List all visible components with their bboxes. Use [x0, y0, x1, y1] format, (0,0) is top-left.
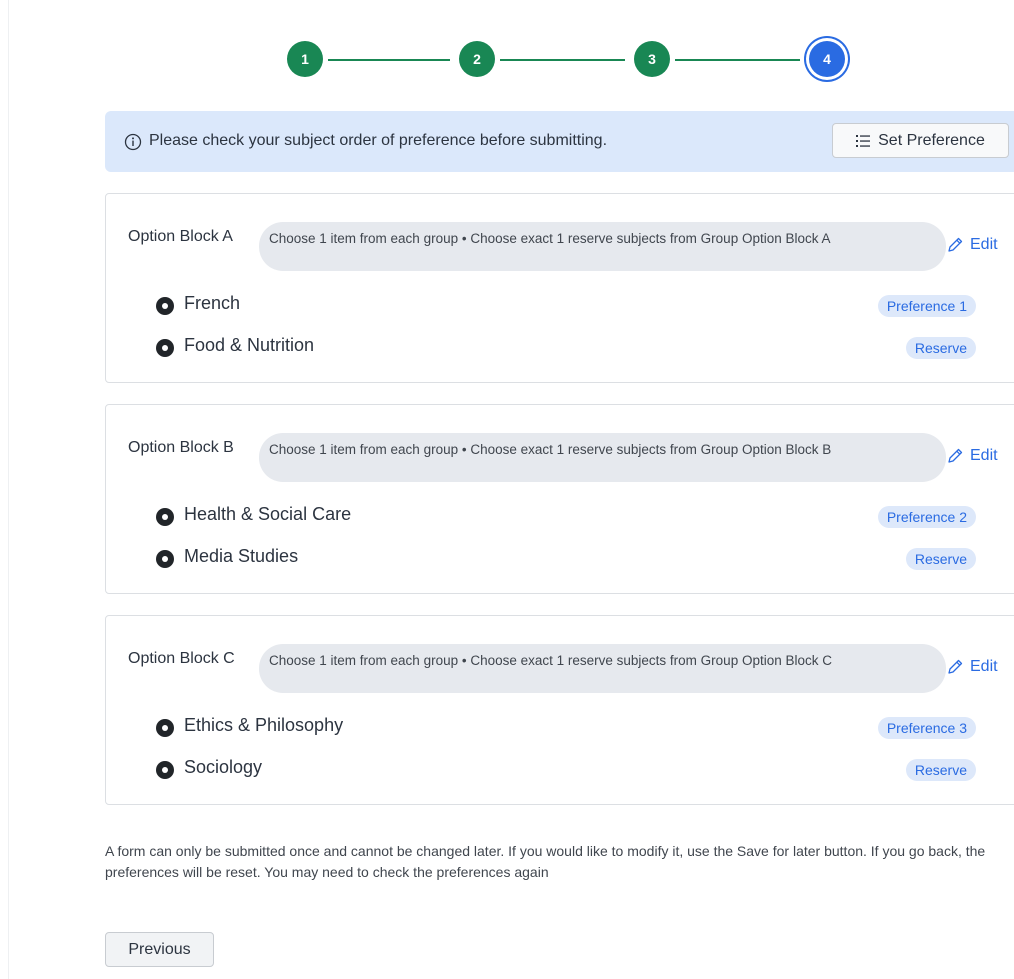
step-number: 2	[473, 51, 481, 67]
page: 1 2 3 4 Please check your subject order …	[0, 0, 1014, 979]
option-block-c: Option Block C Choose 1 item from each g…	[105, 615, 1014, 805]
progress-stepper: 1 2 3 4	[287, 39, 850, 79]
radio-selected-icon	[156, 508, 174, 526]
step-4: 4	[809, 41, 845, 77]
radio-selected-icon	[156, 297, 174, 315]
block-rule-pill: Choose 1 item from each group • Choose e…	[259, 644, 946, 693]
step-number: 4	[823, 51, 831, 67]
reserve-badge: Reserve	[905, 337, 976, 359]
preference-badge: Preference 3	[877, 717, 976, 739]
pencil-icon	[948, 448, 963, 463]
edit-button[interactable]: Edit	[946, 447, 998, 465]
step-2: 2	[459, 41, 495, 77]
subject-name: French	[184, 293, 241, 313]
subject-name: Sociology	[184, 757, 263, 777]
block-title: Option Block A	[128, 228, 233, 245]
alert-message: Please check your subject order of prefe…	[149, 132, 608, 149]
block-rule-pill: Choose 1 item from each group • Choose e…	[259, 433, 946, 482]
pencil-icon	[948, 237, 963, 252]
set-preference-button[interactable]: Set Preference	[832, 123, 1009, 158]
subject-name: Ethics & Philosophy	[184, 715, 344, 735]
block-title: Option Block C	[128, 650, 235, 667]
subject-name: Media Studies	[184, 546, 299, 566]
subject-name: Health & Social Care	[184, 504, 352, 524]
info-icon	[124, 133, 142, 151]
step-connector	[500, 59, 625, 61]
preference-badge: Preference 2	[877, 506, 976, 528]
block-rule-pill: Choose 1 item from each group • Choose e…	[259, 222, 946, 271]
edit-label: Edit	[970, 236, 998, 253]
radio-selected-icon	[156, 339, 174, 357]
subject-name: Food & Nutrition	[184, 335, 315, 355]
step-connector	[328, 59, 450, 61]
edit-button[interactable]: Edit	[946, 658, 998, 676]
submission-notice: A form can only be submitted once and ca…	[105, 843, 986, 880]
edit-label: Edit	[970, 658, 998, 675]
info-alert: Please check your subject order of prefe…	[105, 111, 1014, 172]
ordered-list-icon	[856, 134, 871, 147]
step-number: 3	[648, 51, 656, 67]
previous-label: Previous	[128, 940, 191, 958]
subject-row: Media Studies Reserve	[156, 545, 976, 573]
pencil-icon	[948, 659, 963, 674]
step-3: 3	[634, 41, 670, 77]
reserve-badge: Reserve	[905, 759, 976, 781]
block-title: Option Block B	[128, 439, 234, 456]
subject-row: Food & Nutrition Reserve	[156, 334, 976, 362]
option-block-a: Option Block A Choose 1 item from each g…	[105, 193, 1014, 383]
step-connector	[675, 59, 800, 61]
subject-row: French Preference 1	[156, 292, 976, 320]
step-1: 1	[287, 41, 323, 77]
radio-selected-icon	[156, 761, 174, 779]
subject-row: Sociology Reserve	[156, 756, 976, 784]
previous-button[interactable]: Previous	[105, 932, 214, 967]
set-preference-label: Set Preference	[878, 131, 985, 149]
preference-badge: Preference 1	[877, 295, 976, 317]
radio-selected-icon	[156, 719, 174, 737]
subject-row: Health & Social Care Preference 2	[156, 503, 976, 531]
radio-selected-icon	[156, 550, 174, 568]
reserve-badge: Reserve	[905, 548, 976, 570]
step-number: 1	[301, 51, 309, 67]
page-divider	[8, 0, 9, 979]
edit-button[interactable]: Edit	[946, 236, 998, 254]
edit-label: Edit	[970, 447, 998, 464]
option-block-b: Option Block B Choose 1 item from each g…	[105, 404, 1014, 594]
subject-row: Ethics & Philosophy Preference 3	[156, 714, 976, 742]
